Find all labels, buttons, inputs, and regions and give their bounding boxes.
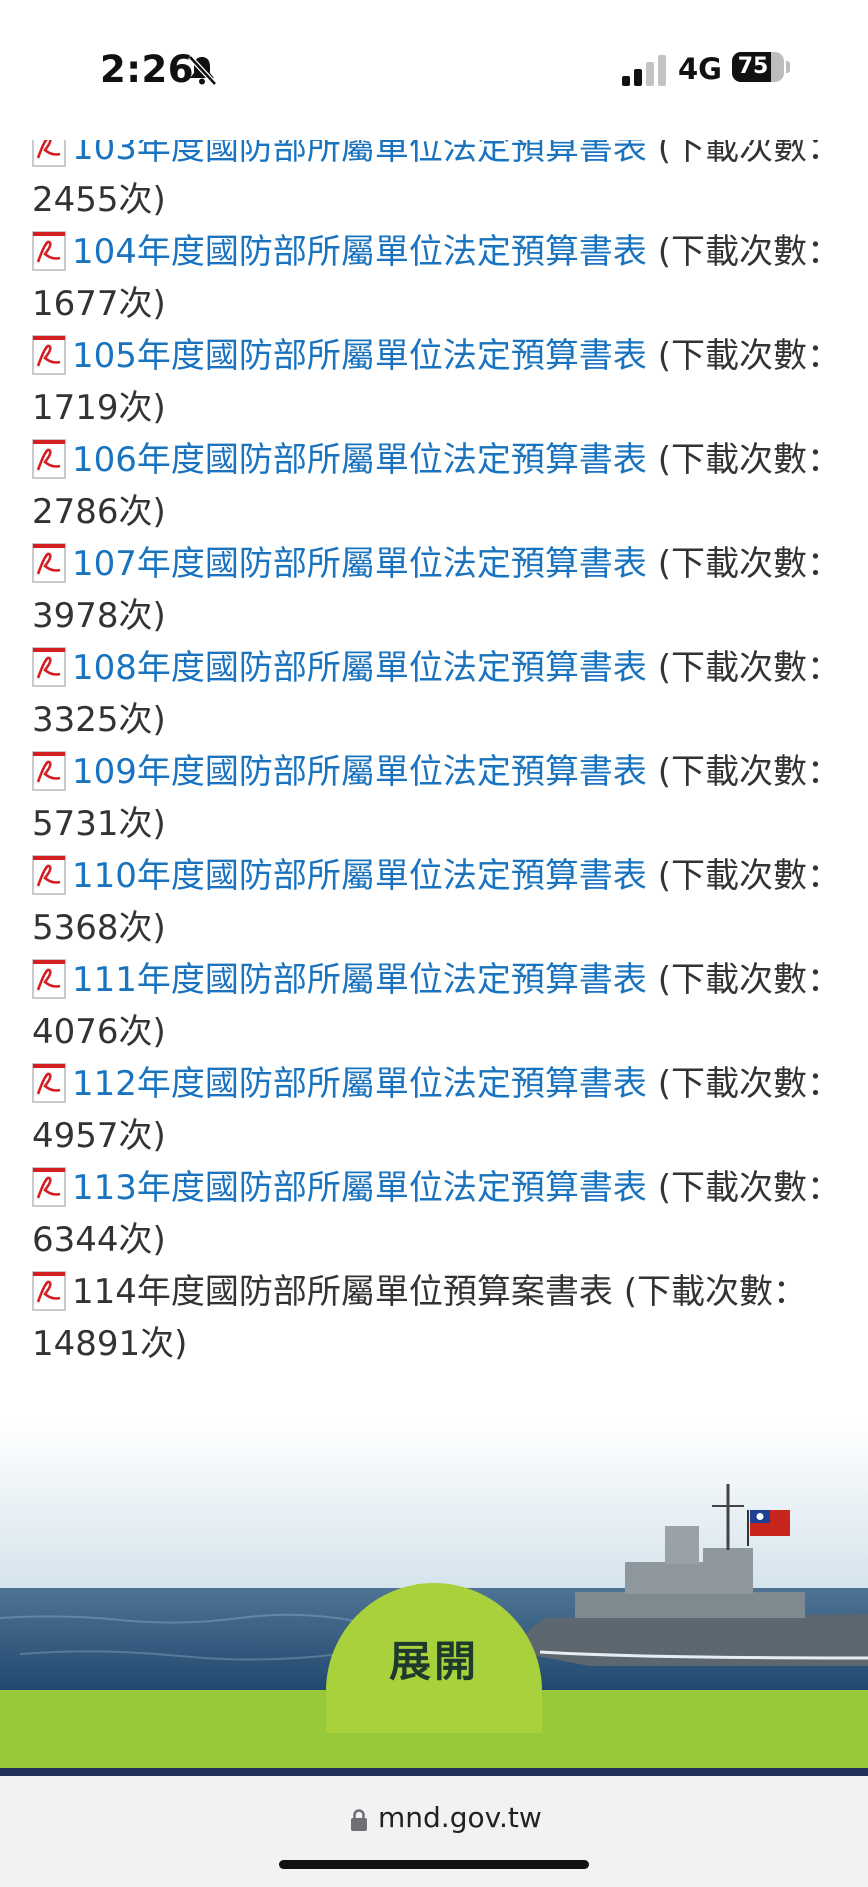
bell-muted-icon (188, 55, 217, 86)
home-indicator[interactable] (279, 1860, 589, 1869)
lock-icon (351, 1809, 367, 1831)
pdf-icon[interactable] (32, 751, 66, 791)
battery-icon: 75 (732, 52, 784, 82)
document-title[interactable]: 114年度國防部所屬單位預算案書表 (72, 1272, 613, 1312)
list-item: 108年度國防部所屬單位法定預算書表 (下載次數：3325次) (32, 642, 842, 746)
list-item: 105年度國防部所屬單位法定預算書表 (下載次數：1719次) (32, 330, 842, 434)
document-link[interactable]: 113年度國防部所屬單位法定預算書表 (72, 1168, 647, 1208)
pdf-icon[interactable] (32, 231, 66, 271)
signal-icon (622, 52, 666, 86)
document-link[interactable]: 111年度國防部所屬單位法定預算書表 (72, 960, 647, 1000)
status-time: 2:26 (100, 48, 195, 91)
pdf-icon[interactable] (32, 1063, 66, 1103)
pdf-icon[interactable] (32, 1271, 66, 1311)
expand-label: 展開 (388, 1637, 479, 1686)
document-link[interactable]: 112年度國防部所屬單位法定預算書表 (72, 1064, 647, 1104)
document-link[interactable]: 109年度國防部所屬單位法定預算書表 (72, 752, 647, 792)
status-bar: 2:26 4G 75 (0, 0, 868, 140)
url-text[interactable]: mnd.gov.tw (378, 1801, 542, 1834)
pdf-icon[interactable] (32, 543, 66, 583)
battery-tip (786, 61, 790, 73)
pdf-icon[interactable] (32, 1167, 66, 1207)
pdf-icon[interactable] (32, 959, 66, 999)
document-link[interactable]: 108年度國防部所屬單位法定預算書表 (72, 648, 647, 688)
list-item: 106年度國防部所屬單位法定預算書表 (下載次數：2786次) (32, 434, 842, 538)
pdf-icon[interactable] (32, 855, 66, 895)
pdf-icon[interactable] (32, 335, 66, 375)
list-item: 104年度國防部所屬單位法定預算書表 (下載次數：1677次) (32, 226, 842, 330)
list-item: 109年度國防部所屬單位法定預算書表 (下載次數：5731次) (32, 746, 842, 850)
list-item: 111年度國防部所屬單位法定預算書表 (下載次數：4076次) (32, 954, 842, 1058)
navy-divider (0, 1768, 868, 1776)
pdf-icon[interactable] (32, 439, 66, 479)
list-item: 113年度國防部所屬單位法定預算書表 (下載次數：6344次) (32, 1162, 842, 1266)
list-item: 110年度國防部所屬單位法定預算書表 (下載次數：5368次) (32, 850, 842, 954)
list-item: 114年度國防部所屬單位預算案書表 (下載次數：14891次) (32, 1266, 842, 1370)
document-link[interactable]: 104年度國防部所屬單位法定預算書表 (72, 232, 647, 272)
document-link[interactable]: 105年度國防部所屬單位法定預算書表 (72, 336, 647, 376)
network-label: 4G (678, 52, 722, 86)
list-item: 107年度國防部所屬單位法定預算書表 (下載次數：3978次) (32, 538, 842, 642)
document-list: 103年度國防部所屬單位法定預算書表 (下載次數：2455次) 104年度國防部… (32, 122, 842, 1370)
list-item: 112年度國防部所屬單位法定預算書表 (下載次數：4957次) (32, 1058, 842, 1162)
document-link[interactable]: 110年度國防部所屬單位法定預算書表 (72, 856, 647, 896)
document-link[interactable]: 107年度國防部所屬單位法定預算書表 (72, 544, 647, 584)
document-link[interactable]: 106年度國防部所屬單位法定預算書表 (72, 440, 647, 480)
battery-percent: 75 (737, 54, 769, 79)
pdf-icon[interactable] (32, 647, 66, 687)
